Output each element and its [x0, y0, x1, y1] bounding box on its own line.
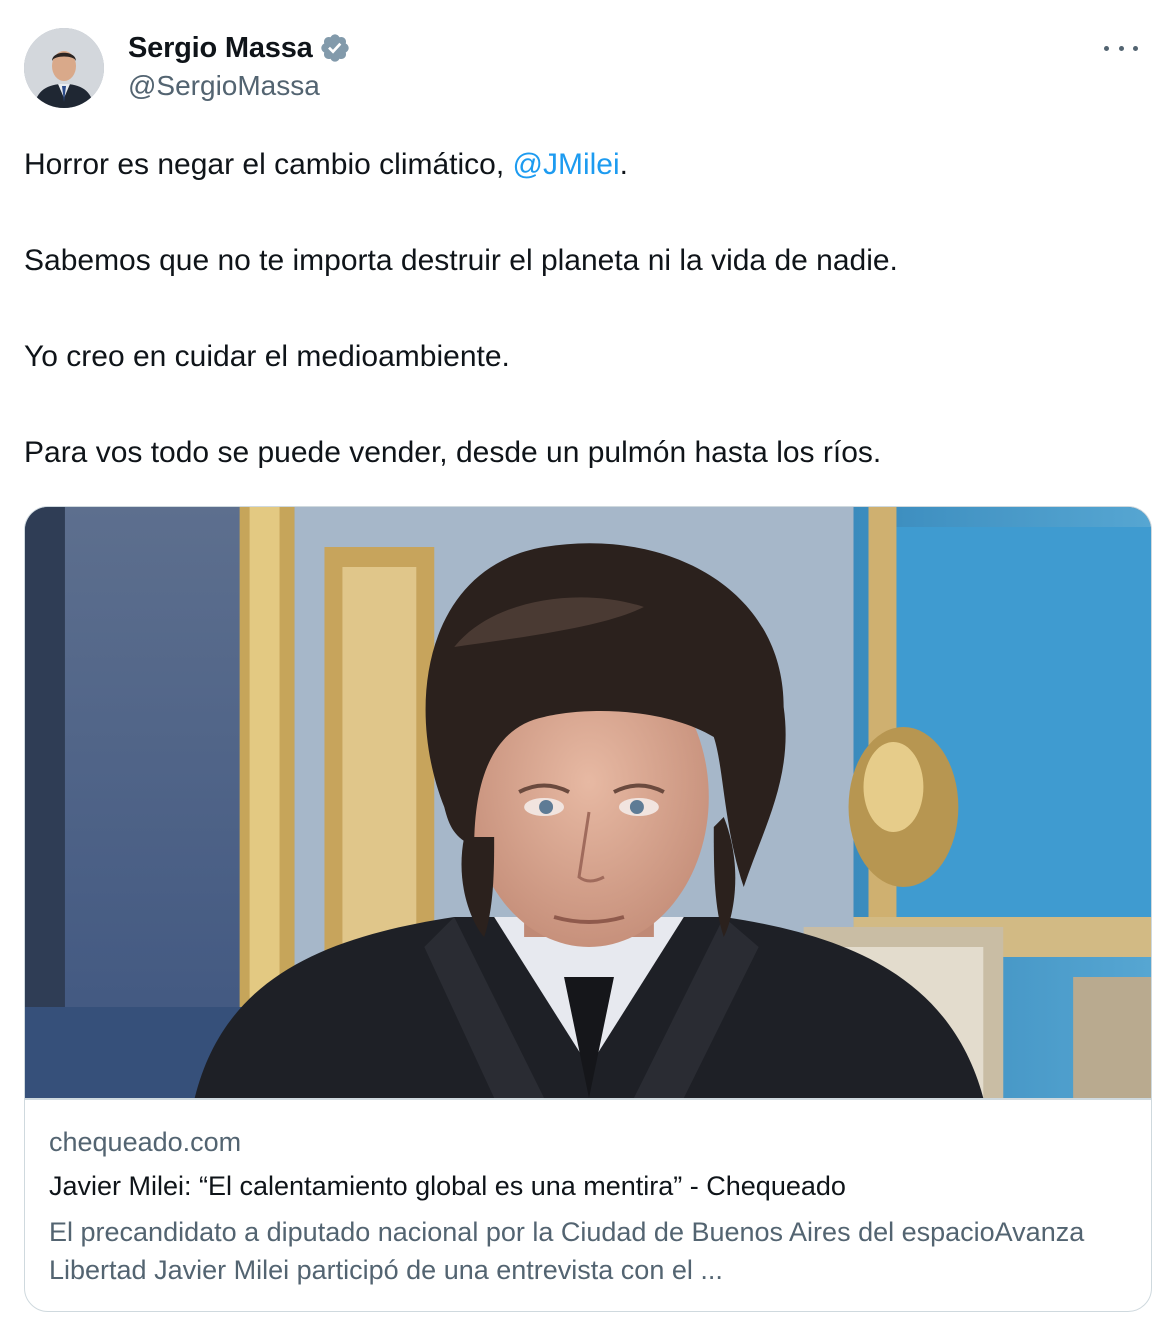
more-options-icon[interactable] [1104, 36, 1138, 60]
card-title: Javier Milei: “El calentamiento global e… [49, 1171, 846, 1201]
link-preview-card[interactable]: chequeado.com Javier Milei: “El calentam… [24, 506, 1152, 1312]
tweet-line-1-text: Horror es negar el cambio climático, [24, 148, 513, 181]
tweet-line-3: Yo creo en cuidar el medioambiente. [24, 340, 510, 373]
author-name-row[interactable]: Sergio Massa [128, 30, 351, 66]
card-domain: chequeado.com [49, 1127, 242, 1157]
profile-photo [24, 28, 104, 108]
more-dot [1104, 45, 1109, 51]
card-description: El precandidato a diputado nacional por … [49, 1217, 1085, 1285]
author-display-name[interactable]: Sergio Massa [128, 32, 313, 65]
article-thumbnail-photo[interactable] [25, 507, 1151, 1098]
tweet-line-1: Horror es negar el cambio climático, @JM… [24, 146, 1134, 184]
more-dot [1118, 45, 1124, 51]
tweet-line-4: Para vos todo se puede vender, desde un … [24, 436, 882, 469]
avatar[interactable] [24, 28, 104, 108]
mention-link[interactable]: @JMilei [513, 148, 620, 181]
verified-badge-icon [319, 32, 351, 64]
card-divider [25, 1098, 1151, 1100]
tweet-line-2: Sabemos que no te importa destruir el pl… [24, 244, 898, 277]
author-handle[interactable]: @SergioMassa [128, 70, 320, 102]
tweet-line-1-end: . [619, 148, 628, 181]
more-dot [1133, 45, 1138, 51]
tweet-text: Horror es negar el cambio climático, @JM… [24, 146, 1134, 472]
